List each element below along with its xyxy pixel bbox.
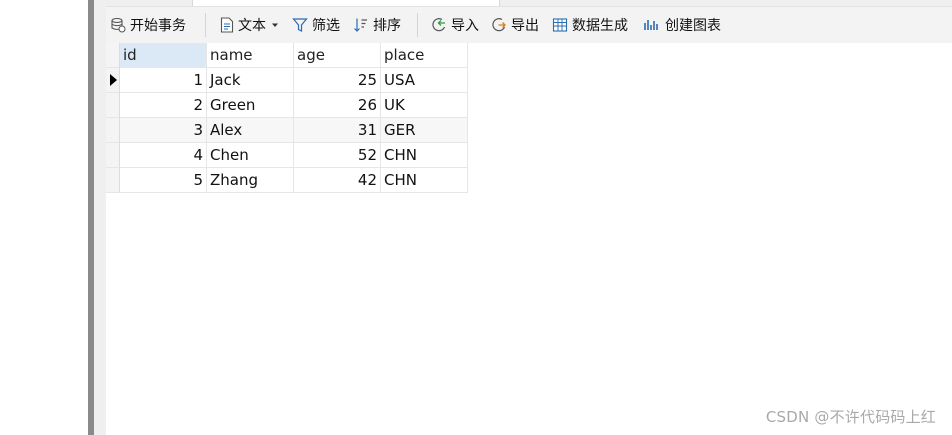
table-row[interactable]: 2 Green 26 UK xyxy=(106,93,468,118)
filter-label: 筛选 xyxy=(312,18,340,34)
cell-id[interactable]: 2 xyxy=(120,93,207,118)
cell-age[interactable]: 31 xyxy=(294,118,381,143)
cell-name[interactable]: Chen xyxy=(207,143,294,168)
cell-id[interactable]: 3 xyxy=(120,118,207,143)
cell-place[interactable]: USA xyxy=(381,68,468,93)
left-panel xyxy=(0,0,88,435)
cell-name[interactable]: Alex xyxy=(207,118,294,143)
filter-button[interactable]: 筛选 xyxy=(292,7,340,43)
cell-place[interactable]: CHN xyxy=(381,168,468,193)
create-chart-button[interactable]: 创建图表 xyxy=(643,7,721,43)
column-header-id[interactable]: id xyxy=(120,43,207,68)
cell-id[interactable]: 1 xyxy=(120,68,207,93)
cell-name[interactable]: Green xyxy=(207,93,294,118)
sort-label: 排序 xyxy=(373,18,401,34)
column-header-place[interactable]: place xyxy=(381,43,468,68)
data-generation-icon xyxy=(552,17,568,33)
create-chart-label: 创建图表 xyxy=(665,18,721,34)
table-row[interactable]: 4 Chen 52 CHN xyxy=(106,143,468,168)
database-transaction-icon xyxy=(110,17,126,33)
sort-button[interactable]: 排序 xyxy=(353,7,401,43)
cell-id[interactable]: 5 xyxy=(120,168,207,193)
export-label: 导出 xyxy=(511,18,539,34)
row-indicator-header xyxy=(106,43,120,68)
toolbar-separator xyxy=(205,13,206,37)
text-view-button[interactable]: 文本 xyxy=(220,7,280,43)
import-button[interactable]: 导入 xyxy=(431,7,479,43)
import-icon xyxy=(431,17,447,33)
text-document-icon xyxy=(220,17,234,33)
row-indicator xyxy=(106,143,120,168)
current-row-arrow-icon xyxy=(110,74,117,86)
row-indicator xyxy=(106,93,120,118)
import-label: 导入 xyxy=(451,18,479,34)
export-icon xyxy=(491,17,507,33)
cell-place[interactable]: GER xyxy=(381,118,468,143)
cell-id[interactable]: 4 xyxy=(120,143,207,168)
data-generation-button[interactable]: 数据生成 xyxy=(552,7,628,43)
cell-name[interactable]: Zhang xyxy=(207,168,294,193)
dropdown-arrow-icon[interactable] xyxy=(270,20,280,30)
cell-age[interactable]: 26 xyxy=(294,93,381,118)
cell-place[interactable]: CHN xyxy=(381,143,468,168)
splitter-gap xyxy=(94,0,106,435)
begin-transaction-button[interactable]: 开始事务 xyxy=(110,7,186,43)
column-header-name[interactable]: name xyxy=(207,43,294,68)
active-tab[interactable] xyxy=(192,0,500,6)
text-view-label: 文本 xyxy=(238,18,266,34)
begin-transaction-label: 开始事务 xyxy=(130,18,186,34)
export-button[interactable]: 导出 xyxy=(491,7,539,43)
chart-icon xyxy=(643,17,661,33)
toolbar-separator xyxy=(417,13,418,37)
cell-age[interactable]: 25 xyxy=(294,68,381,93)
sort-icon xyxy=(353,17,369,33)
cell-age[interactable]: 52 xyxy=(294,143,381,168)
header-row: id name age place xyxy=(106,43,468,68)
table-row[interactable]: 5 Zhang 42 CHN xyxy=(106,168,468,193)
cell-place[interactable]: UK xyxy=(381,93,468,118)
filter-funnel-icon xyxy=(292,17,308,33)
cell-name[interactable]: Jack xyxy=(207,68,294,93)
data-generation-label: 数据生成 xyxy=(572,18,628,34)
row-indicator xyxy=(106,168,120,193)
table-row[interactable]: 3 Alex 31 GER xyxy=(106,118,468,143)
table-row[interactable]: 1 Jack 25 USA xyxy=(106,68,468,93)
row-indicator xyxy=(106,118,120,143)
column-header-age[interactable]: age xyxy=(294,43,381,68)
cell-age[interactable]: 42 xyxy=(294,168,381,193)
watermark: CSDN @不许代码码上红 xyxy=(765,408,936,426)
toolbar: 开始事务 文本 筛选 排序 导入 导出 数据生成 创建图表 xyxy=(106,7,952,43)
row-indicator xyxy=(106,68,120,93)
